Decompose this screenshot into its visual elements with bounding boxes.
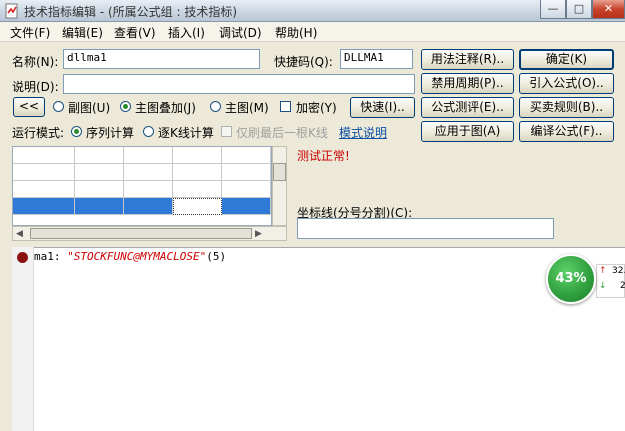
maximize-button[interactable]: □	[566, 0, 592, 19]
grid-cell[interactable]	[222, 164, 271, 181]
grid-cell[interactable]	[75, 164, 124, 181]
grid-cell[interactable]	[222, 147, 271, 164]
encrypt-label: 加密(Y)	[296, 101, 337, 115]
menu-insert[interactable]: 插入(I)	[168, 24, 205, 41]
grid-cell[interactable]	[173, 181, 222, 198]
download-speed: 2	[620, 281, 625, 291]
grid-cell[interactable]	[124, 147, 173, 164]
minimize-button[interactable]: —	[540, 0, 566, 19]
run-mode-label: 运行模式:	[12, 126, 65, 140]
menu-file[interactable]: 文件(F)	[10, 24, 50, 41]
quick-button[interactable]: 快速(I)..	[350, 97, 415, 118]
shortcut-input[interactable]: DLLMA1	[340, 49, 413, 69]
shortcut-label: 快捷码(Q):	[274, 55, 333, 69]
per-kline-radio[interactable]	[143, 126, 154, 137]
menu-help[interactable]: 帮助(H)	[275, 24, 317, 41]
grid-cell[interactable]	[124, 181, 173, 198]
desc-input[interactable]	[63, 74, 415, 94]
grid-cell[interactable]	[173, 147, 222, 164]
param-grid[interactable]	[12, 146, 272, 226]
trade-rules-button[interactable]: 买卖规则(B)..	[519, 97, 614, 118]
name-label: 名称(N):	[12, 55, 59, 69]
code-string: "STOCKFUNC@MYMACLOSE"	[67, 250, 207, 263]
upload-speed: 32.	[612, 266, 625, 276]
code-editor[interactable]	[12, 247, 625, 431]
grid-cell[interactable]	[75, 147, 124, 164]
grid-cell-selected[interactable]	[222, 198, 271, 215]
menu-debug[interactable]: 调试(D)	[219, 24, 262, 41]
main-chart-label: 主图(M)	[225, 101, 269, 115]
disabled-period-button[interactable]: 禁用周期(P)..	[421, 73, 514, 94]
download-arrow-icon: ↓	[599, 281, 607, 291]
grid-cell-selected[interactable]	[75, 198, 124, 215]
desc-label: 说明(D):	[12, 80, 59, 94]
scroll-right-arrow-icon[interactable]: ▶	[255, 229, 262, 239]
import-formula-button[interactable]: 引入公式(O)..	[519, 73, 614, 94]
main-chart-radio[interactable]	[210, 101, 221, 112]
grid-cell[interactable]	[173, 164, 222, 181]
app-icon	[4, 3, 20, 19]
usage-note-button[interactable]: 用法注释(R)..	[421, 49, 514, 70]
grid-cell[interactable]	[75, 181, 124, 198]
formula-test-button[interactable]: 公式测评(E)..	[421, 97, 514, 118]
coord-input[interactable]	[297, 218, 554, 239]
encrypt-checkbox[interactable]	[280, 101, 291, 112]
sub-chart-radio[interactable]	[53, 101, 64, 112]
collapse-button[interactable]: <<	[13, 97, 45, 117]
main-overlay-radio[interactable]	[120, 101, 131, 112]
grid-cell[interactable]	[124, 164, 173, 181]
grid-cell-selected[interactable]	[124, 198, 173, 215]
sub-chart-label: 副图(U)	[68, 101, 111, 115]
compile-formula-button[interactable]: 编译公式(F)..	[519, 121, 614, 142]
test-status-message: 测试正常!	[297, 149, 350, 163]
menu-view[interactable]: 查看(V)	[114, 24, 156, 41]
mode-help-link[interactable]: 模式说明	[339, 124, 387, 141]
code-var: ma1:	[34, 250, 61, 263]
name-input[interactable]: dllma1	[63, 49, 260, 69]
grid-cell[interactable]	[222, 181, 271, 198]
upload-arrow-icon: ↑	[599, 266, 607, 276]
speed-badge[interactable]: 43%	[546, 254, 596, 304]
close-button[interactable]: ✕	[592, 0, 625, 19]
only-last-label: 仅刷最后一根K线	[236, 126, 328, 140]
code-line[interactable]: ma1: "STOCKFUNC@MYMACLOSE"(5)	[34, 250, 226, 263]
grid-hscroll-thumb[interactable]	[30, 228, 252, 239]
grid-cell[interactable]	[13, 147, 75, 164]
grid-cell-focused[interactable]	[173, 198, 222, 215]
grid-cell[interactable]	[13, 181, 75, 198]
grid-vscroll-thumb[interactable]	[273, 163, 286, 181]
grid-vscrollbar[interactable]	[272, 146, 287, 226]
confirm-button[interactable]: 确定(K)	[519, 49, 614, 70]
window-title: 技术指标编辑 - (所属公式组 : 技术指标)	[24, 5, 237, 19]
main-overlay-label: 主图叠加(J)	[135, 101, 196, 115]
per-kline-label: 逐K线计算	[158, 126, 214, 140]
scroll-left-arrow-icon[interactable]: ◀	[16, 229, 23, 239]
sequential-radio[interactable]	[71, 126, 82, 137]
apply-to-chart-button[interactable]: 应用于图(A)	[421, 121, 514, 142]
grid-cell-selected[interactable]	[13, 198, 75, 215]
editor-gutter	[12, 247, 34, 431]
menu-edit[interactable]: 编辑(E)	[62, 24, 103, 41]
code-args: (5)	[206, 250, 227, 263]
breakpoint-icon[interactable]	[17, 252, 28, 263]
only-last-checkbox[interactable]	[221, 126, 232, 137]
grid-cell[interactable]	[13, 164, 75, 181]
sequential-label: 序列计算	[86, 126, 135, 140]
